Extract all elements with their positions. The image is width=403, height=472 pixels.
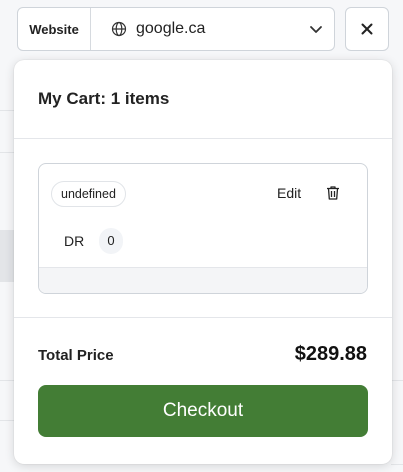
cart-title: My Cart: 1 items bbox=[38, 89, 170, 108]
cart-header: My Cart: 1 items bbox=[14, 60, 392, 139]
chevron-down-icon[interactable] bbox=[309, 22, 323, 36]
dr-value: 0 bbox=[99, 228, 123, 254]
close-button[interactable] bbox=[345, 7, 389, 51]
checkout-button[interactable]: Checkout bbox=[38, 385, 368, 437]
website-dropdown[interactable]: google.ca bbox=[91, 8, 334, 50]
edit-button[interactable]: Edit bbox=[277, 185, 301, 201]
website-selector[interactable]: Website google.ca bbox=[17, 7, 336, 51]
item-tag: undefined bbox=[51, 181, 126, 207]
total-price-value: $289.88 bbox=[294, 343, 367, 365]
globe-icon bbox=[111, 21, 127, 37]
website-value: google.ca bbox=[136, 20, 206, 37]
divider bbox=[14, 317, 392, 318]
close-icon bbox=[361, 23, 373, 35]
website-label: Website bbox=[18, 8, 91, 50]
background-page-left bbox=[0, 60, 14, 472]
trash-icon[interactable] bbox=[325, 185, 341, 201]
background-page-right bbox=[391, 60, 403, 472]
cart-item-footer bbox=[39, 267, 367, 293]
top-bar: Website google.ca bbox=[17, 7, 389, 51]
dr-label: DR bbox=[64, 233, 85, 249]
total-price-label: Total Price bbox=[38, 347, 114, 364]
cart-panel: My Cart: 1 items undefined Edit DR 0 Tot… bbox=[14, 60, 392, 464]
cart-item: undefined Edit DR 0 bbox=[38, 163, 368, 294]
